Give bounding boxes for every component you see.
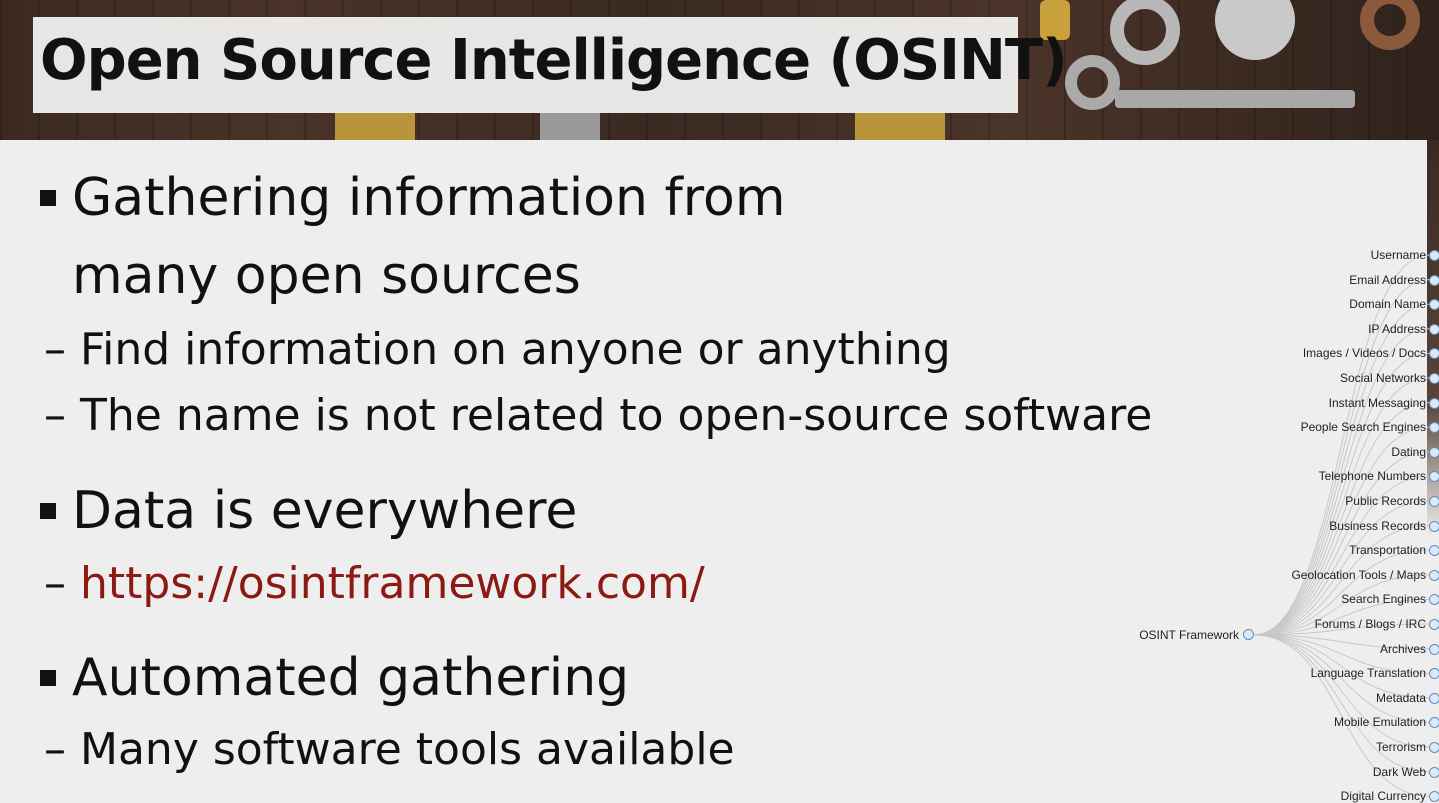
tree-link (1253, 377, 1430, 636)
tree-link (1253, 475, 1430, 636)
slide-title: Open Source Intelligence (OSINT) (40, 28, 1068, 93)
key-shaft-shape (540, 112, 600, 140)
tree-branch-label: Images / Videos / Docs (1302, 346, 1426, 361)
tree-link (1253, 303, 1430, 636)
tree-branch-label: IP Address (1368, 321, 1426, 336)
tree-branch-label: Transportation (1349, 543, 1426, 558)
tree-link (1253, 634, 1430, 674)
tree-link (1253, 279, 1430, 636)
bullet-automated-gathering: Automated gathering (72, 648, 630, 708)
tree-link (1253, 500, 1430, 636)
key-ring-shape (1065, 55, 1120, 110)
subbullet-dash: – (44, 390, 66, 441)
key-shaft-shape (1115, 90, 1355, 108)
subbullet-dash: – (44, 724, 66, 775)
tree-branch-label: Search Engines (1341, 592, 1426, 607)
tree-branch-label: Email Address (1349, 272, 1426, 287)
tree-branch-label: Terrorism (1376, 740, 1426, 754)
tree-branch-label: Geolocation Tools / Maps (1291, 567, 1426, 582)
tree-link (1253, 634, 1430, 699)
tree-link (1253, 634, 1430, 773)
tree-branch-label: Dark Web (1372, 764, 1426, 779)
subbullet-find-info: Find information on anyone or anything (80, 324, 951, 375)
osint-framework-link[interactable]: https://osintframework.com/ (80, 558, 705, 609)
subbullet-software-tools: Many software tools available (80, 724, 735, 775)
tree-branch-label: Metadata (1375, 690, 1426, 705)
tree-branch-label: Public Records (1345, 494, 1426, 508)
tree-branch-label: Telephone Numbers (1318, 469, 1426, 484)
tree-link (1253, 451, 1430, 636)
tree-link (1253, 574, 1430, 636)
bullet-marker (40, 190, 56, 206)
tree-link (1253, 328, 1430, 636)
subbullet-name-not-related: The name is not related to open-source s… (80, 390, 1153, 441)
tree-link (1253, 634, 1430, 748)
tree-branch-label: People Search Engines (1300, 420, 1426, 435)
tree-branch-label: Social Networks (1339, 371, 1426, 385)
tree-branch-label: Forums / Blogs / IRC (1314, 617, 1426, 631)
key-shaft-shape (335, 112, 415, 140)
photo-edge-strip (1427, 140, 1439, 799)
tree-branch-label: Archives (1379, 641, 1426, 656)
bullet-marker (40, 670, 56, 686)
tree-link (1253, 426, 1430, 636)
tree-branch-label: Language Translation (1310, 666, 1426, 681)
tree-link (1253, 525, 1430, 636)
tree-root-label: OSINT Framework (1139, 628, 1239, 642)
tree-branch-label: Digital Currency (1340, 789, 1426, 803)
tree-link (1253, 254, 1430, 636)
tree-link (1253, 634, 1430, 650)
tree-root-node[interactable] (1243, 629, 1254, 640)
bullet-marker (40, 503, 56, 519)
bullet-gathering-continuation: many open sources (72, 246, 581, 306)
tree-link (1253, 634, 1430, 797)
key-shaft-shape (855, 112, 945, 140)
tree-link (1253, 402, 1430, 636)
tree-branch-label: Domain Name (1349, 297, 1426, 312)
tree-branch-label: Mobile Emulation (1333, 715, 1426, 730)
bullet-gathering: Gathering information from (72, 168, 786, 228)
subbullet-dash: – (44, 558, 66, 609)
key-ring-shape (1110, 0, 1180, 65)
tree-branch-label: Business Records (1329, 518, 1426, 533)
bullet-data-everywhere: Data is everywhere (72, 481, 578, 541)
tree-branch-label: Dating (1391, 444, 1426, 459)
key-ring-shape (1215, 0, 1295, 60)
tree-link (1253, 549, 1430, 636)
tree-branch-label: Instant Messaging (1328, 395, 1426, 410)
tree-link (1253, 352, 1430, 636)
key-ring-shape (1360, 0, 1420, 50)
tree-link (1253, 598, 1430, 636)
tree-link (1253, 634, 1430, 723)
subbullet-dash: – (44, 324, 66, 375)
tree-branch-label: Username (1370, 248, 1426, 262)
tree-link (1253, 623, 1430, 636)
